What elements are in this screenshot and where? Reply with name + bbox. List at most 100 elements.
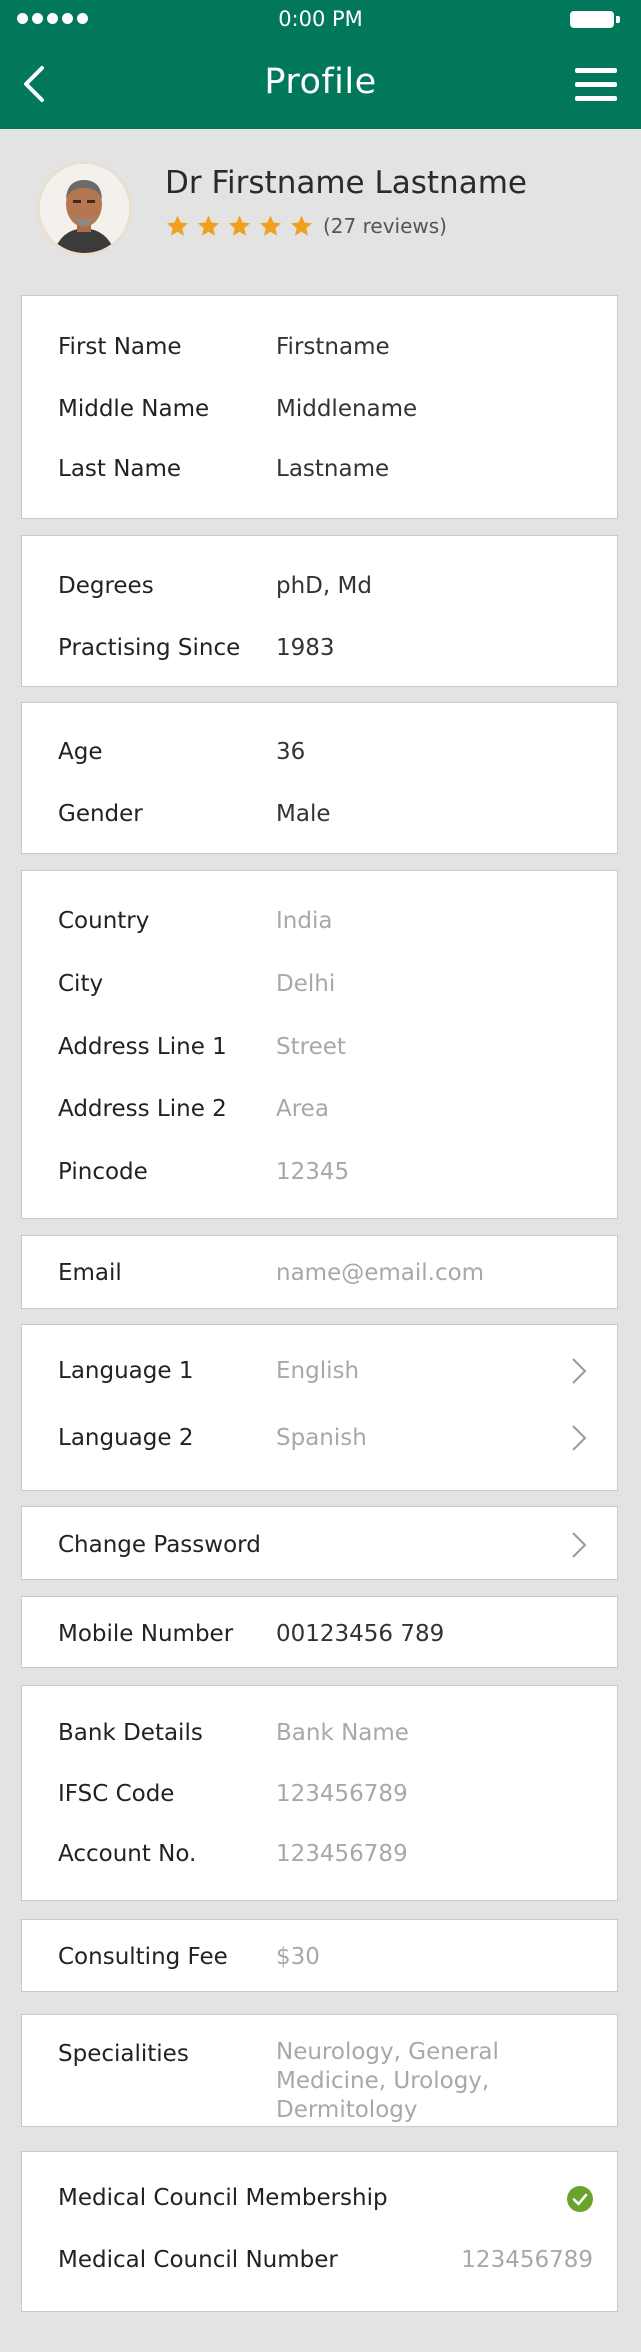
star-icon xyxy=(167,215,188,236)
mobile-row[interactable]: Mobile Number 00123456 789 xyxy=(22,1614,617,1654)
medical-council-card: Medical Council Membership Medical Counc… xyxy=(21,2151,618,2312)
city-field[interactable]: Delhi xyxy=(276,964,335,1004)
name-card: First Name Firstname Middle Name Middlen… xyxy=(21,295,618,519)
first-name-label: First Name xyxy=(58,334,182,360)
country-label: Country xyxy=(58,908,150,934)
middle-name-value[interactable]: Middlename xyxy=(276,389,417,429)
pincode-row[interactable]: Pincode 12345 xyxy=(22,1152,617,1192)
consulting-fee-card: Consulting Fee $30 xyxy=(21,1919,618,1992)
ifsc-code-row[interactable]: IFSC Code 123456789 xyxy=(22,1774,617,1814)
battery-icon xyxy=(570,11,620,28)
language-card: Language 1 English Language 2 Spanish xyxy=(21,1324,618,1491)
council-number-row[interactable]: Medical Council Number 123456789 xyxy=(22,2240,617,2280)
navbar: Profile xyxy=(0,38,641,129)
bank-details-label: Bank Details xyxy=(58,1720,203,1746)
email-field[interactable]: name@email.com xyxy=(276,1253,484,1293)
age-row[interactable]: Age 36 xyxy=(22,732,617,772)
language-2-row[interactable]: Language 2 Spanish xyxy=(22,1418,617,1458)
address-line-1-label: Address Line 1 xyxy=(58,1034,227,1060)
specialities-field[interactable]: Neurology, General Medicine, Urology, De… xyxy=(276,2038,616,2125)
gender-value[interactable]: Male xyxy=(276,794,330,834)
mobile-label: Mobile Number xyxy=(58,1621,234,1647)
language-2-value[interactable]: Spanish xyxy=(276,1418,367,1458)
language-1-value[interactable]: English xyxy=(276,1351,359,1391)
gender-label: Gender xyxy=(58,801,143,827)
page-title: Profile xyxy=(264,62,377,102)
ifsc-code-field[interactable]: 123456789 xyxy=(276,1774,408,1814)
degrees-value[interactable]: phD, Md xyxy=(276,566,372,606)
council-number-label: Medical Council Number xyxy=(58,2247,338,2273)
change-password-label: Change Password xyxy=(58,1532,261,1558)
email-label: Email xyxy=(58,1260,122,1286)
last-name-value[interactable]: Lastname xyxy=(276,449,389,489)
language-1-row[interactable]: Language 1 English xyxy=(22,1351,617,1391)
star-icon xyxy=(291,215,312,236)
bank-details-row[interactable]: Bank Details Bank Name xyxy=(22,1713,617,1753)
star-icon xyxy=(260,215,281,236)
specialities-label: Specialities xyxy=(58,2041,189,2067)
consulting-fee-field[interactable]: $30 xyxy=(276,1937,320,1977)
mobile-value[interactable]: 00123456 789 xyxy=(276,1614,444,1654)
education-card: Degrees phD, Md Practising Since 1983 xyxy=(21,535,618,687)
account-no-row[interactable]: Account No. 123456789 xyxy=(22,1834,617,1874)
reviews-count[interactable]: (27 reviews) xyxy=(323,214,447,238)
city-row[interactable]: City Delhi xyxy=(22,964,617,1004)
degrees-row[interactable]: Degrees phD, Md xyxy=(22,566,617,606)
consulting-fee-row[interactable]: Consulting Fee $30 xyxy=(22,1937,617,1977)
address-line-2-label: Address Line 2 xyxy=(58,1096,227,1122)
check-circle-icon[interactable] xyxy=(567,2186,593,2212)
account-no-field[interactable]: 123456789 xyxy=(276,1834,408,1874)
doctor-name: Dr Firstname Lastname xyxy=(165,165,527,201)
email-row[interactable]: Email name@email.com xyxy=(22,1253,617,1293)
address-line-1-row[interactable]: Address Line 1 Street xyxy=(22,1027,617,1067)
practising-since-row[interactable]: Practising Since 1983 xyxy=(22,628,617,668)
doctor-photo xyxy=(40,164,129,253)
status-time: 0:00 PM xyxy=(278,7,363,31)
council-membership-label: Medical Council Membership xyxy=(58,2185,388,2211)
practising-since-value[interactable]: 1983 xyxy=(276,628,335,668)
age-value[interactable]: 36 xyxy=(276,732,305,772)
city-label: City xyxy=(58,971,104,997)
last-name-row[interactable]: Last Name Lastname xyxy=(22,449,617,489)
mobile-card: Mobile Number 00123456 789 xyxy=(21,1596,618,1668)
chevron-right-icon[interactable] xyxy=(571,1424,587,1452)
address-card: Country India City Delhi Address Line 1 … xyxy=(21,870,618,1219)
email-card: Email name@email.com xyxy=(21,1235,618,1309)
personal-card: Age 36 Gender Male xyxy=(21,702,618,854)
account-no-label: Account No. xyxy=(58,1841,197,1867)
middle-name-row[interactable]: Middle Name Middlename xyxy=(22,389,617,429)
pincode-label: Pincode xyxy=(58,1159,148,1185)
consulting-fee-label: Consulting Fee xyxy=(58,1944,228,1970)
bank-card: Bank Details Bank Name IFSC Code 1234567… xyxy=(21,1685,618,1901)
avatar[interactable] xyxy=(40,164,129,253)
gender-row[interactable]: Gender Male xyxy=(22,794,617,834)
chevron-right-icon[interactable] xyxy=(571,1531,587,1559)
change-password-card[interactable]: Change Password xyxy=(21,1506,618,1580)
address-line-2-row[interactable]: Address Line 2 Area xyxy=(22,1089,617,1129)
specialities-row[interactable]: Specialities Neurology, General Medicine… xyxy=(22,2034,617,2123)
status-bar: 0:00 PM xyxy=(0,0,641,38)
middle-name-label: Middle Name xyxy=(58,396,210,422)
council-number-value[interactable]: 123456789 xyxy=(461,2240,593,2280)
star-icon xyxy=(229,215,250,236)
country-row[interactable]: Country India xyxy=(22,901,617,941)
language-1-label: Language 1 xyxy=(58,1358,194,1384)
age-label: Age xyxy=(58,739,103,765)
pincode-field[interactable]: 12345 xyxy=(276,1152,349,1192)
rating-stars xyxy=(165,214,314,238)
ifsc-code-label: IFSC Code xyxy=(58,1781,175,1807)
profile-header: Dr Firstname Lastname (27 reviews) xyxy=(0,129,641,279)
star-icon xyxy=(198,215,219,236)
language-2-label: Language 2 xyxy=(58,1425,194,1451)
address-line-2-field[interactable]: Area xyxy=(276,1089,329,1129)
first-name-value[interactable]: Firstname xyxy=(276,327,390,367)
chevron-right-icon[interactable] xyxy=(571,1357,587,1385)
address-line-1-field[interactable]: Street xyxy=(276,1027,346,1067)
council-membership-row[interactable]: Medical Council Membership xyxy=(22,2178,617,2218)
first-name-row[interactable]: First Name Firstname xyxy=(22,327,617,367)
bank-name-field[interactable]: Bank Name xyxy=(276,1713,409,1753)
hamburger-menu-icon[interactable] xyxy=(575,68,617,102)
country-field[interactable]: India xyxy=(276,901,332,941)
practising-since-label: Practising Since xyxy=(58,635,241,661)
change-password-row[interactable]: Change Password xyxy=(22,1525,617,1565)
